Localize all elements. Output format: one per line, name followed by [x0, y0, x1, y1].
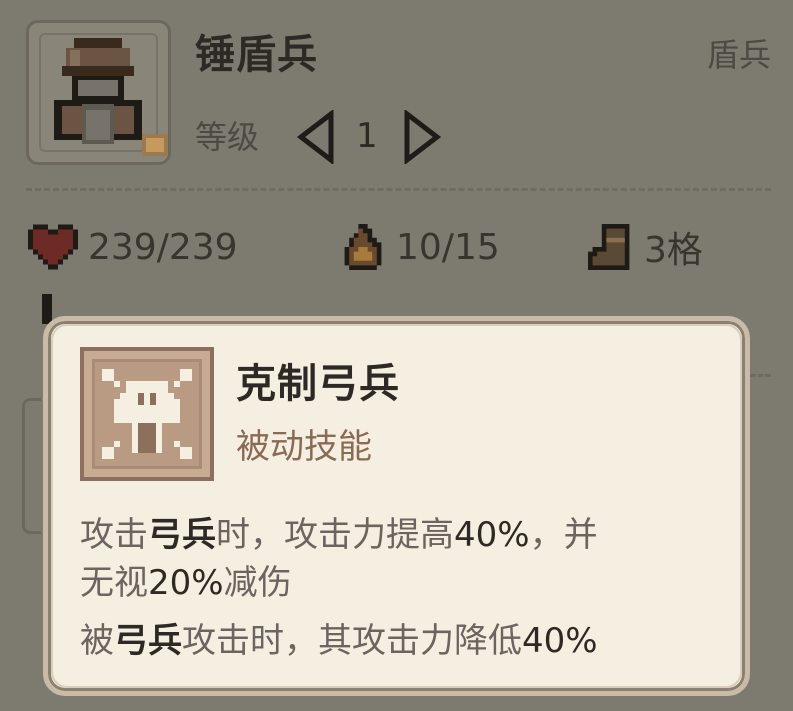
unit-portrait	[26, 20, 171, 165]
desc-text: ，并	[529, 515, 598, 555]
desc-text: 时，攻击力提高	[216, 515, 454, 555]
skill-description-line-1: 攻击弓兵时，攻击力提高40%，并	[80, 511, 720, 559]
boot-icon	[588, 224, 630, 270]
desc-text: 攻击时，其攻击力降低	[182, 621, 522, 661]
desc-text: 攻击	[80, 515, 148, 555]
skill-icon-frame	[80, 347, 214, 481]
divider	[750, 374, 771, 377]
skill-name: 克制弓兵	[236, 361, 400, 407]
level-prev-arrow-icon[interactable]	[295, 110, 335, 164]
desc-value: 40%	[522, 621, 598, 661]
hammer-shield-soldier-icon	[54, 38, 168, 156]
unit-name: 锤盾兵	[195, 32, 318, 78]
desc-text: 无视	[80, 563, 148, 603]
fire-icon	[344, 224, 382, 270]
energy-value: 10/15	[396, 226, 500, 268]
skill-description-line-2: 无视20%减伤	[80, 559, 720, 607]
desc-keyword: 弓兵	[148, 515, 216, 555]
desc-value: 20%	[148, 563, 224, 603]
hidden-card-edge	[22, 398, 41, 534]
level-label: 等级	[195, 118, 260, 156]
divider	[26, 188, 771, 191]
hp-value: 239/239	[88, 226, 238, 268]
heart-icon	[28, 224, 78, 270]
unit-class-label: 盾兵	[706, 36, 771, 74]
stat-energy: 10/15	[340, 222, 500, 272]
level-value: 1	[356, 116, 378, 156]
desc-text: 减伤	[223, 563, 292, 603]
skill-description-line-3: 被弓兵攻击时，其攻击力降低40%	[80, 617, 720, 665]
move-value: 3格	[644, 230, 703, 271]
skill-type: 被动技能	[236, 427, 372, 467]
desc-keyword: 弓兵	[114, 621, 182, 661]
desc-text: 被	[80, 621, 114, 661]
crossed-out-archer-icon	[102, 369, 192, 459]
desc-value: 40%	[454, 515, 530, 555]
skill-tooltip: 克制弓兵 被动技能 攻击弓兵时，攻击力提高40%，并 无视20%减伤 被弓兵攻击…	[43, 316, 750, 696]
stat-move: 3格	[588, 222, 703, 272]
level-next-arrow-icon[interactable]	[403, 110, 443, 164]
stat-hp: 239/239	[28, 222, 238, 272]
